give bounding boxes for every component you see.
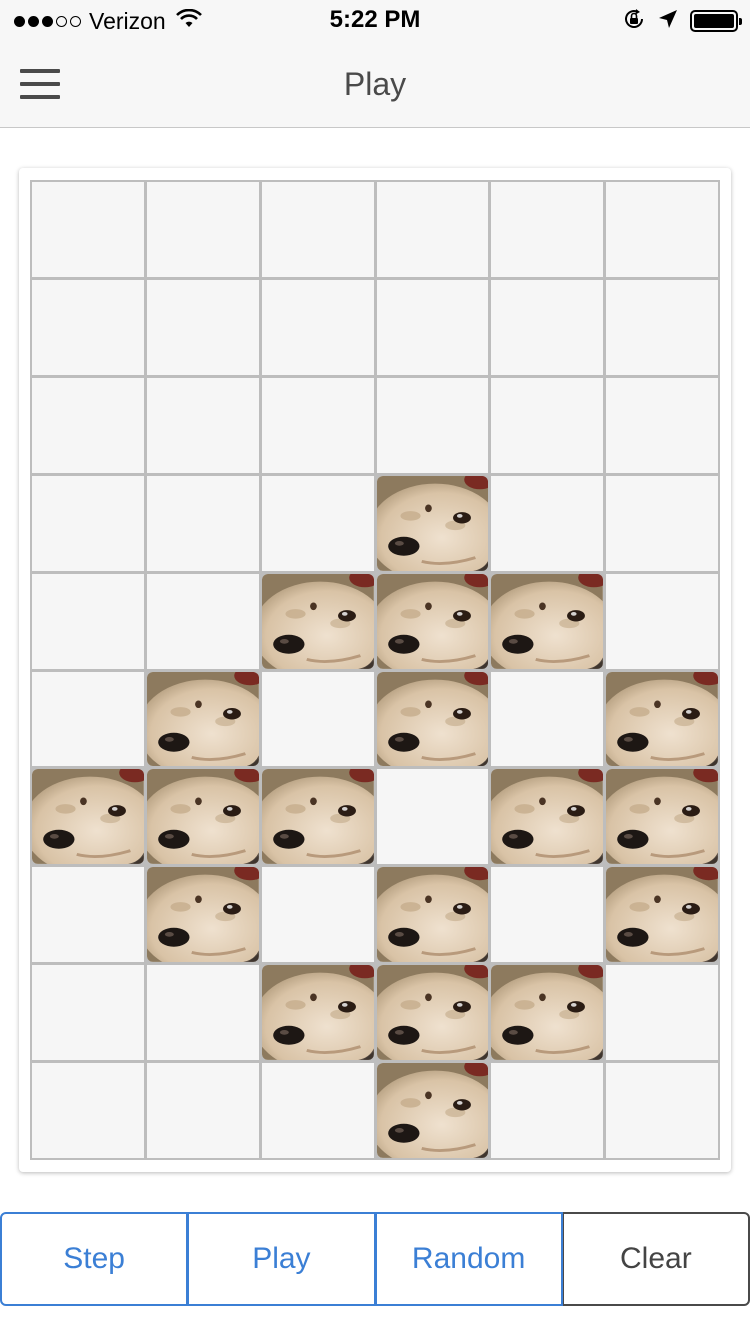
cell-empty[interactable] [376, 377, 489, 473]
cell-alive[interactable] [606, 671, 718, 767]
cell-empty[interactable] [146, 377, 259, 473]
battery-level [694, 14, 734, 28]
play-button[interactable]: Play [188, 1212, 376, 1306]
cell-empty[interactable] [606, 475, 718, 571]
cell-alive[interactable] [376, 475, 489, 571]
cell-empty[interactable] [32, 377, 144, 473]
cell-alive[interactable] [491, 573, 604, 669]
cell-alive[interactable] [491, 965, 604, 1061]
cell-empty[interactable] [376, 182, 489, 277]
cell-empty[interactable] [146, 1063, 259, 1158]
cell-alive[interactable] [261, 769, 374, 865]
navigation-bar: Play [0, 40, 750, 128]
cell-alive[interactable] [376, 671, 489, 767]
cell-empty[interactable] [32, 671, 144, 767]
cell-empty[interactable] [491, 279, 604, 375]
game-board-grid [30, 180, 720, 1160]
cell-empty[interactable] [146, 279, 259, 375]
cell-alive[interactable] [261, 573, 374, 669]
random-button[interactable]: Random [375, 1212, 563, 1306]
cell-alive[interactable] [491, 769, 604, 865]
battery-icon [690, 10, 742, 32]
cell-empty[interactable] [146, 475, 259, 571]
cell-empty[interactable] [32, 475, 144, 571]
cell-alive[interactable] [376, 867, 489, 963]
cell-empty[interactable] [146, 573, 259, 669]
game-board-card [19, 168, 731, 1172]
cell-empty[interactable] [606, 182, 718, 277]
cell-empty[interactable] [32, 1063, 144, 1158]
cell-empty[interactable] [261, 671, 374, 767]
cell-empty[interactable] [491, 867, 604, 963]
cell-empty[interactable] [32, 867, 144, 963]
control-bar: Step Play Random Clear [0, 1212, 750, 1306]
cell-empty[interactable] [491, 377, 604, 473]
cell-alive[interactable] [146, 867, 259, 963]
cell-empty[interactable] [491, 1063, 604, 1158]
location-arrow-icon [658, 9, 678, 34]
cell-empty[interactable] [606, 573, 718, 669]
cell-alive[interactable] [606, 769, 718, 865]
clear-button[interactable]: Clear [562, 1212, 750, 1306]
cell-empty[interactable] [491, 182, 604, 277]
cell-empty[interactable] [261, 867, 374, 963]
cell-alive[interactable] [146, 769, 259, 865]
cell-empty[interactable] [491, 475, 604, 571]
step-button[interactable]: Step [0, 1212, 189, 1306]
cell-empty[interactable] [32, 279, 144, 375]
status-right [622, 7, 742, 36]
cell-empty[interactable] [261, 377, 374, 473]
cell-empty[interactable] [491, 671, 604, 767]
cell-empty[interactable] [32, 965, 144, 1061]
cell-alive[interactable] [376, 965, 489, 1061]
cell-empty[interactable] [376, 279, 489, 375]
cell-alive[interactable] [376, 1063, 489, 1158]
cell-alive[interactable] [32, 769, 144, 865]
cell-empty[interactable] [606, 377, 718, 473]
rotation-lock-icon [622, 7, 646, 36]
cell-alive[interactable] [261, 965, 374, 1061]
cell-alive[interactable] [606, 867, 718, 963]
cell-empty[interactable] [376, 769, 489, 865]
cell-empty[interactable] [32, 182, 144, 277]
cell-empty[interactable] [146, 965, 259, 1061]
cell-empty[interactable] [261, 1063, 374, 1158]
page-title: Play [343, 66, 407, 102]
cell-alive[interactable] [146, 671, 259, 767]
cell-empty[interactable] [32, 573, 144, 669]
cell-empty[interactable] [606, 279, 718, 375]
cell-empty[interactable] [261, 279, 374, 375]
status-bar: Verizon 5:22 PM [0, 0, 750, 40]
cell-empty[interactable] [146, 182, 259, 277]
cell-alive[interactable] [376, 573, 489, 669]
cell-empty[interactable] [261, 475, 374, 571]
cell-empty[interactable] [261, 182, 374, 277]
cell-empty[interactable] [606, 965, 718, 1061]
cell-empty[interactable] [606, 1063, 718, 1158]
